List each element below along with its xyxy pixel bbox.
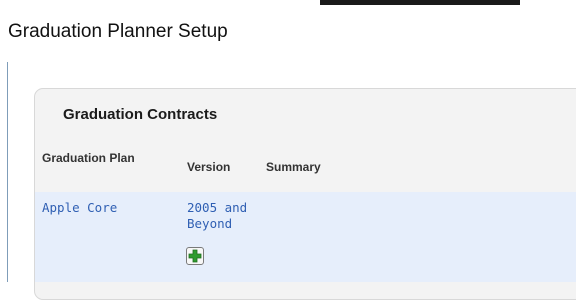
plus-icon	[188, 249, 202, 263]
panel-title: Graduation Contracts	[63, 106, 218, 123]
version-link[interactable]: 2005 and Beyond	[187, 200, 277, 232]
page-left-border	[7, 62, 8, 282]
top-banner-strip	[0, 0, 576, 6]
column-header-graduation-plan: Graduation Plan	[42, 151, 135, 165]
add-contract-button[interactable]	[186, 247, 204, 265]
column-header-summary: Summary	[266, 160, 321, 174]
graduation-plan-link[interactable]: Apple Core	[42, 200, 117, 216]
banner-dark-edge	[320, 0, 520, 5]
page-title: Graduation Planner Setup	[8, 21, 228, 42]
column-header-version: Version	[187, 160, 231, 174]
